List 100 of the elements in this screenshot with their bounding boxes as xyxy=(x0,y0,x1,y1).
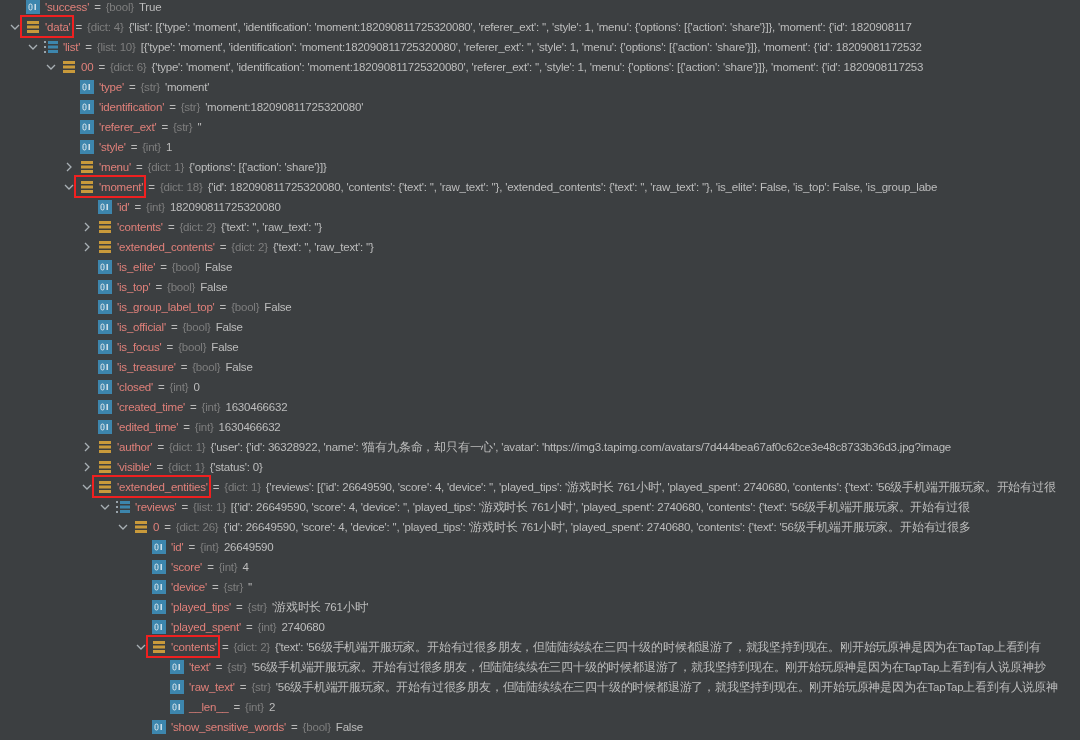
variable-name: 'is_treasure' xyxy=(117,361,176,373)
equals-sign: = xyxy=(134,161,144,173)
chevron-icon[interactable] xyxy=(28,42,38,52)
type-label: {list: 10} xyxy=(96,41,137,53)
variable-name: 'visible' xyxy=(117,461,152,473)
variable-name: 'is_top' xyxy=(117,281,151,293)
field-icon xyxy=(98,200,112,214)
dict-icon xyxy=(98,220,112,234)
type-label: {str} xyxy=(227,661,248,673)
variable-value: 182090811725320080 xyxy=(169,201,281,213)
equals-sign: = xyxy=(165,341,175,353)
equals-sign: = xyxy=(155,461,165,473)
equals-sign: = xyxy=(147,181,156,193)
variable-name: 'text' xyxy=(189,661,211,673)
type-label: {str} xyxy=(223,581,245,593)
equals-sign: = xyxy=(156,441,165,453)
field-icon xyxy=(98,280,112,294)
chevron-icon[interactable] xyxy=(46,62,56,72)
variable-name: 'played_tips' xyxy=(171,601,231,613)
type-label: {dict: 1} xyxy=(224,481,262,493)
equals-sign: = xyxy=(235,601,244,613)
field-icon xyxy=(26,0,40,14)
variable-value: 26649590 xyxy=(223,541,274,553)
type-label: {dict: 1} xyxy=(147,161,186,173)
equals-sign: = xyxy=(206,561,215,573)
variable-name: 'author' xyxy=(117,441,153,453)
field-icon xyxy=(152,620,166,634)
list-icon xyxy=(44,40,58,54)
equals-sign: = xyxy=(154,281,163,293)
type-label: {dict: 2} xyxy=(233,641,271,653)
chevron-icon[interactable] xyxy=(100,502,110,512)
chevron-icon[interactable] xyxy=(64,162,74,172)
chevron-icon[interactable] xyxy=(82,482,92,492)
equals-sign: = xyxy=(169,321,179,333)
type-label: {list: 1} xyxy=(193,501,227,513)
variable-name: 0 xyxy=(153,521,160,533)
variable-value: 2 xyxy=(268,701,276,713)
variable-value: '56级手机端开服玩家。开始有过很多朋友，但陆陆续续在三四十级的时候都退游了，就我坚持到现在。刚开始玩原神是因为在TapTap上看到有人说原神抄 xyxy=(251,659,1046,675)
chevron-icon[interactable] xyxy=(82,442,92,452)
field-icon xyxy=(98,380,112,394)
variable-value: {'text': '', 'raw_text': ''} xyxy=(221,221,322,233)
variable-value: '' xyxy=(248,581,253,593)
variable-value: False xyxy=(204,261,233,273)
variable-name: 'data' xyxy=(45,21,71,33)
field-icon xyxy=(170,660,184,674)
equals-sign: = xyxy=(97,61,106,73)
field-icon xyxy=(152,560,166,574)
variable-value: False xyxy=(211,341,239,353)
equals-sign: = xyxy=(290,721,299,733)
variable-name: __len__ xyxy=(189,701,229,713)
field-icon xyxy=(98,420,112,434)
variable-name: 'raw_text' xyxy=(189,681,235,693)
variable-name: 'type' xyxy=(99,81,124,93)
type-label: {dict: 2} xyxy=(179,221,217,233)
type-label: {int} xyxy=(142,141,162,153)
dict-icon xyxy=(62,60,76,74)
variable-name: 'extended_contents' xyxy=(117,241,215,253)
variable-value: 1630466632 xyxy=(218,421,281,433)
chevron-icon[interactable] xyxy=(64,182,74,192)
variable-value: False xyxy=(200,281,228,293)
equals-sign: = xyxy=(220,641,230,653)
chevron-icon[interactable] xyxy=(136,642,146,652)
chevron-icon[interactable] xyxy=(82,222,92,232)
variable-value: False xyxy=(264,301,292,313)
variable-value: {'status': 0} xyxy=(209,461,263,473)
type-label: {int} xyxy=(218,561,239,573)
type-label: {bool} xyxy=(231,301,261,313)
variable-name: 'id' xyxy=(117,201,130,213)
variable-name: 'extended_entities' xyxy=(117,481,208,493)
type-label: {dict: 1} xyxy=(168,441,207,453)
equals-sign: = xyxy=(159,261,168,273)
chevron-icon[interactable] xyxy=(10,22,20,32)
field-icon xyxy=(152,580,166,594)
chevron-icon[interactable] xyxy=(82,242,92,252)
variable-name: 'edited_time' xyxy=(117,421,179,433)
type-label: {int} xyxy=(169,381,190,393)
dict-icon xyxy=(152,640,166,654)
chevron-icon[interactable] xyxy=(82,462,92,472)
variable-name: 'menu' xyxy=(99,161,131,173)
variable-value: '' xyxy=(197,121,202,133)
dict-icon xyxy=(134,520,148,534)
variable-name: 'reviews' xyxy=(135,501,177,513)
dict-icon xyxy=(80,160,94,174)
chevron-icon[interactable] xyxy=(118,522,128,532)
variable-value: {'id': 182090811725320080, 'contents': {'text': '', 'raw_text': ''}, 'extended_contents': {'text': '', 'raw_text': ''}, 'is_elite': False, 'is_top': False, 'is_group_labe xyxy=(207,181,938,193)
type-label: {dict: 1} xyxy=(168,461,206,473)
variable-value: True xyxy=(138,1,162,13)
type-label: {str} xyxy=(140,81,161,93)
equals-sign: = xyxy=(168,101,177,113)
equals-sign: = xyxy=(74,21,84,33)
equals-sign: = xyxy=(163,521,172,533)
type-label: {dict: 2} xyxy=(231,241,269,253)
equals-sign: = xyxy=(180,501,190,513)
variable-value: False xyxy=(225,361,253,373)
field-icon xyxy=(152,600,166,614)
type-label: {dict: 18} xyxy=(159,181,204,193)
variable-name: 'created_time' xyxy=(117,401,186,413)
variable-value: {'options': [{'action': 'share'}]} xyxy=(189,161,327,173)
equals-sign: = xyxy=(211,581,220,593)
variable-name: 'show_sensitive_words' xyxy=(171,721,287,733)
